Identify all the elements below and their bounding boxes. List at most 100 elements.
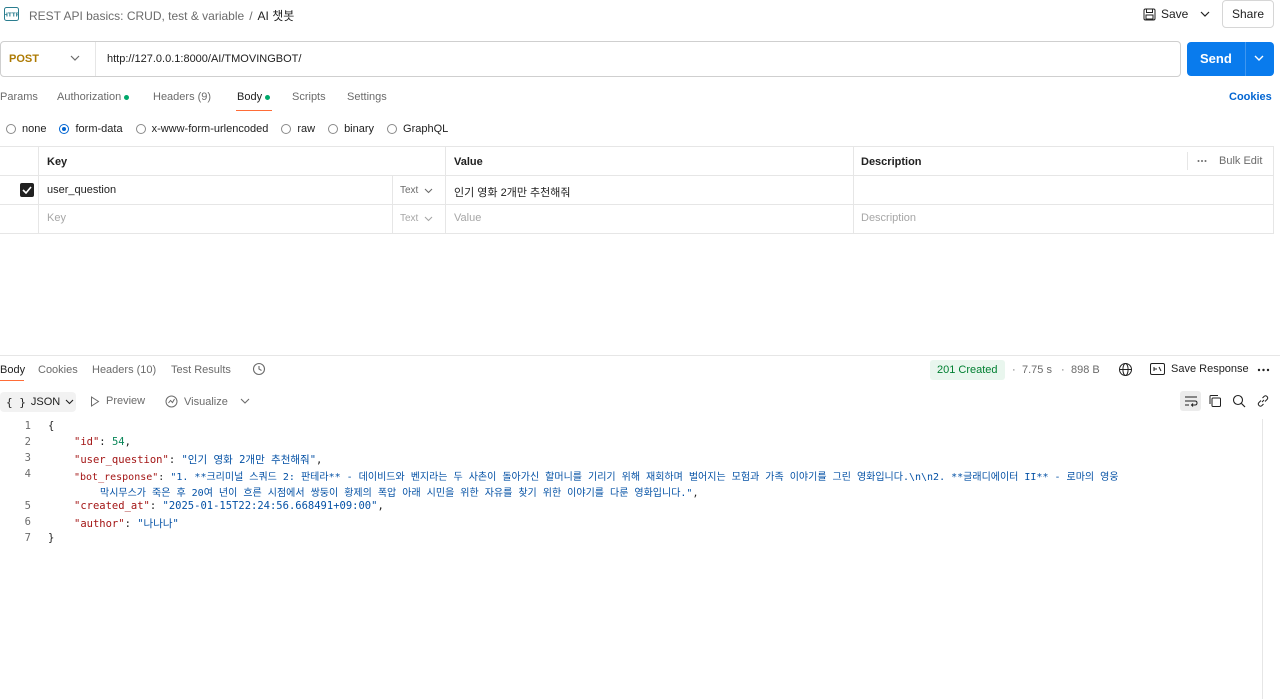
- wrap-lines-button[interactable]: [1180, 391, 1201, 411]
- response-scrollbar[interactable]: [1262, 419, 1274, 699]
- preview-label: Preview: [106, 395, 146, 407]
- radio-graphql[interactable]: GraphQL: [387, 123, 448, 135]
- tab-authorization-label: Authorization: [57, 91, 122, 103]
- save-button[interactable]: Save: [1143, 3, 1191, 25]
- line-number: 2: [24, 436, 31, 448]
- tab-headers[interactable]: Headers (9): [153, 91, 211, 103]
- bulk-edit-link[interactable]: Bulk Edit: [1219, 155, 1262, 167]
- response-tab-headers[interactable]: Headers (10): [92, 364, 156, 376]
- play-icon: [91, 395, 100, 407]
- status-badge[interactable]: 201 Created: [930, 360, 1005, 380]
- radio-raw-label: raw: [297, 123, 316, 135]
- tab-authorization[interactable]: Authorization: [57, 91, 130, 103]
- response-tab-test-results[interactable]: Test Results: [171, 364, 231, 376]
- code-line: 3 "user_question": "인기 영화 2개만 추천해줘",: [0, 452, 1260, 468]
- line-number: 3: [24, 452, 31, 464]
- active-tab-underline: [0, 380, 24, 381]
- json-string: "1. **크리미널 스쿼드 2: 판테라** - 데이비드와 벤지라는 두 사…: [170, 472, 1119, 483]
- tab-scripts[interactable]: Scripts: [292, 91, 326, 103]
- line-number: 1: [24, 420, 31, 432]
- column-header-key: Key: [47, 156, 68, 168]
- json-string: "2025-01-15T22:24:56.668491+09:00": [162, 500, 378, 512]
- search-icon[interactable]: [1232, 394, 1246, 408]
- preview-button[interactable]: Preview: [90, 395, 145, 407]
- more-icon[interactable]: [1257, 368, 1270, 372]
- breadcrumb-collection[interactable]: REST API basics: CRUD, test & variable: [29, 9, 244, 23]
- radio-graphql-label: GraphQL: [403, 123, 449, 135]
- radio-raw[interactable]: raw: [281, 123, 315, 135]
- json-brace: }: [48, 532, 55, 544]
- link-icon[interactable]: [1256, 394, 1270, 408]
- tab-settings[interactable]: Settings: [347, 91, 387, 103]
- http-icon: HTTP: [4, 7, 19, 21]
- radio-urlencoded-label: x-www-form-urlencoded: [151, 123, 269, 135]
- radio-icon: [135, 124, 146, 134]
- table-divider: [853, 146, 854, 234]
- cookies-link[interactable]: Cookies: [1229, 91, 1272, 103]
- json-string: "나나나": [137, 518, 179, 530]
- code-line: 6 "author": "나나나": [0, 516, 1260, 532]
- save-response-button[interactable]: Save Response: [1150, 363, 1249, 375]
- visualize-label: Visualize: [184, 395, 228, 408]
- new-value-input[interactable]: Value: [454, 212, 481, 224]
- chevron-down-icon[interactable]: [1253, 53, 1265, 63]
- json-key: "author": [74, 518, 125, 530]
- response-tab-cookies[interactable]: Cookies: [38, 364, 78, 376]
- chevron-down-icon[interactable]: [70, 53, 80, 63]
- tab-params[interactable]: Params: [0, 91, 38, 103]
- globe-icon[interactable]: [1118, 362, 1133, 377]
- column-header-description: Description: [861, 156, 922, 168]
- chevron-down-icon[interactable]: [240, 398, 250, 405]
- save-icon: [1143, 8, 1156, 20]
- breadcrumb-separator: /: [249, 9, 253, 23]
- radio-binary[interactable]: binary: [328, 123, 374, 135]
- response-divider[interactable]: [0, 355, 1280, 356]
- history-icon[interactable]: [252, 362, 266, 376]
- row-enabled-checkbox[interactable]: [20, 183, 34, 197]
- radio-form-data[interactable]: form-data: [59, 123, 123, 135]
- line-number: 7: [24, 532, 31, 544]
- bullet: ·: [1012, 364, 1016, 376]
- format-label: JSON: [30, 396, 61, 408]
- response-size[interactable]: 898 B: [1071, 364, 1100, 376]
- radio-binary-label: binary: [344, 123, 375, 135]
- new-key-input[interactable]: Key: [47, 212, 66, 224]
- json-key: "user_question": [74, 454, 169, 466]
- bulk-edit-more-icon[interactable]: [1197, 159, 1207, 163]
- table-border: [0, 204, 1274, 205]
- active-tab-underline: [236, 110, 272, 111]
- copy-icon[interactable]: [1208, 394, 1222, 408]
- format-select[interactable]: { } JSON: [0, 392, 76, 412]
- url-input[interactable]: http://127.0.0.1:8000/AI/TMOVINGBOT/: [107, 53, 301, 65]
- send-label[interactable]: Send: [1200, 51, 1232, 66]
- tab-body-label: Body: [237, 91, 263, 103]
- share-button[interactable]: Share: [1222, 0, 1274, 28]
- radio-none[interactable]: none: [6, 123, 46, 135]
- table-border: [0, 175, 1274, 176]
- request-title[interactable]: AI 챗봇: [258, 9, 295, 23]
- param-value-input[interactable]: 인기 영화 2개만 추천해줘: [454, 184, 571, 200]
- radio-icon: [281, 124, 292, 134]
- column-header-value: Value: [454, 156, 483, 168]
- table-divider: [1187, 152, 1188, 170]
- radio-urlencoded[interactable]: x-www-form-urlencoded: [135, 123, 269, 135]
- radio-form-data-label: form-data: [75, 123, 123, 135]
- visualize-button[interactable]: Visualize: [165, 395, 228, 408]
- response-tab-body[interactable]: Body: [0, 364, 25, 376]
- param-type-select[interactable]: Text: [400, 185, 433, 196]
- json-number: 54: [111, 436, 125, 448]
- param-key-input[interactable]: user_question: [47, 184, 116, 196]
- bullet: ·: [1061, 364, 1065, 376]
- tab-body[interactable]: Body: [237, 91, 271, 103]
- new-type-select[interactable]: Text: [400, 213, 433, 224]
- breadcrumb: REST API basics: CRUD, test & variable / A…: [29, 7, 294, 24]
- save-options-button[interactable]: [1196, 3, 1214, 25]
- json-string: "인기 영화 2개만 추천해줘": [181, 454, 317, 466]
- method-select[interactable]: POST: [9, 53, 39, 65]
- json-string: 막시무스가 죽은 후 20여 년이 흐른 시점에서 쌍둥이 황제의 폭압 아래 …: [100, 488, 693, 499]
- json-key: "id": [74, 436, 100, 448]
- visualize-icon: [165, 395, 178, 408]
- table-border-bottom: [0, 233, 1274, 234]
- new-description-input[interactable]: Description: [861, 212, 916, 224]
- response-time[interactable]: 7.75 s: [1022, 364, 1052, 376]
